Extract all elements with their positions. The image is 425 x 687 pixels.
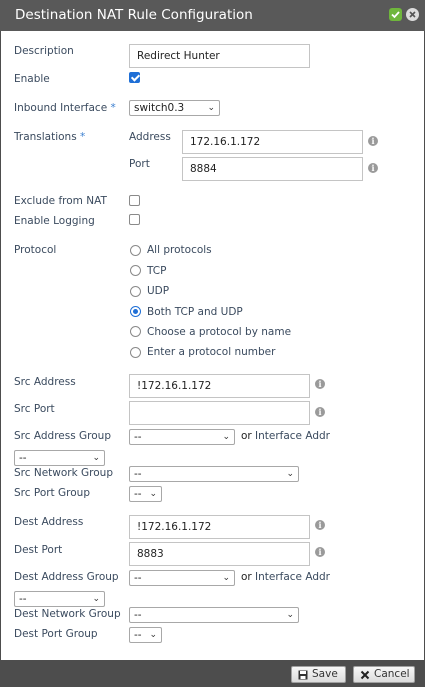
description-label: Description xyxy=(14,45,74,57)
save-button[interactable]: Save xyxy=(291,666,346,683)
src-address-label: Src Address xyxy=(14,376,76,388)
chevron-down-icon: ⌄ xyxy=(222,432,230,442)
or-label: or xyxy=(241,430,252,442)
src-port-group-value: -- xyxy=(134,488,142,500)
enable-checkbox[interactable] xyxy=(129,72,140,83)
translation-address-label: Address xyxy=(129,131,171,143)
protocol-radio-by-number[interactable] xyxy=(130,347,141,358)
cancel-button[interactable]: Cancel xyxy=(353,666,415,683)
chevron-down-icon: ⌄ xyxy=(286,610,294,620)
src-port-input[interactable] xyxy=(129,401,310,425)
protocol-radio-udp[interactable] xyxy=(130,286,141,297)
cancel-label: Cancel xyxy=(374,668,410,680)
floppy-icon xyxy=(298,670,308,685)
interface-addr-label: Interface Addr xyxy=(255,571,330,583)
required-marker: * xyxy=(80,131,86,143)
dest-address-group-select[interactable]: -- ⌄ xyxy=(129,570,235,586)
enable-label: Enable xyxy=(14,73,50,85)
titlebar: Destination NAT Rule Configuration xyxy=(0,0,425,31)
dest-network-group-label: Dest Network Group xyxy=(14,608,121,620)
info-icon[interactable]: i xyxy=(368,136,378,146)
translation-address-input[interactable] xyxy=(182,130,363,154)
inbound-interface-label: Inbound Interface * xyxy=(14,102,116,114)
src-address-group-value: -- xyxy=(134,431,142,443)
translations-text: Translations xyxy=(14,131,77,143)
form-body: Description Enable Inbound Interface * s… xyxy=(1,31,424,660)
src-interface-addr-value: -- xyxy=(19,452,27,464)
chevron-down-icon: ⌄ xyxy=(92,594,100,604)
logging-label: Enable Logging xyxy=(14,215,95,227)
footer: Save Cancel xyxy=(0,660,425,687)
exclude-checkbox[interactable] xyxy=(129,195,140,206)
dest-port-group-value: -- xyxy=(134,629,142,641)
protocol-option-label: Both TCP and UDP xyxy=(147,306,243,318)
protocol-radio-tcp[interactable] xyxy=(130,265,141,276)
src-port-group-label: Src Port Group xyxy=(14,487,90,499)
protocol-option-label: UDP xyxy=(147,285,170,297)
dest-port-label: Dest Port xyxy=(14,544,63,556)
dest-network-group-value: -- xyxy=(134,609,142,621)
exclude-label: Exclude from NAT xyxy=(14,195,107,207)
dest-interface-addr-select[interactable]: -- ⌄ xyxy=(14,591,105,607)
src-address-group-select[interactable]: -- ⌄ xyxy=(129,429,235,445)
x-icon xyxy=(360,670,370,685)
chevron-down-icon: ⌄ xyxy=(207,103,215,113)
info-icon[interactable]: i xyxy=(315,407,325,417)
info-icon[interactable]: i xyxy=(315,379,325,389)
dest-address-group-label: Dest Address Group xyxy=(14,571,119,583)
chevron-down-icon: ⌄ xyxy=(149,489,157,499)
inbound-interface-text: Inbound Interface xyxy=(14,102,108,114)
dest-address-input[interactable] xyxy=(129,515,310,539)
src-address-input[interactable] xyxy=(129,374,310,398)
src-network-group-select[interactable]: -- ⌄ xyxy=(129,466,299,482)
chevron-down-icon: ⌄ xyxy=(92,453,100,463)
dest-interface-addr-value: -- xyxy=(19,593,27,605)
src-port-group-select[interactable]: -- ⌄ xyxy=(129,486,162,502)
protocol-option-label: Choose a protocol by name xyxy=(147,326,292,338)
inbound-interface-value: switch0.3 xyxy=(134,102,185,114)
translation-port-input[interactable] xyxy=(182,157,363,181)
src-port-label: Src Port xyxy=(14,403,55,415)
dest-address-group-value: -- xyxy=(134,572,142,584)
protocol-option-label: TCP xyxy=(147,265,167,277)
src-network-group-value: -- xyxy=(134,468,142,480)
chevron-down-icon: ⌄ xyxy=(286,469,294,479)
protocol-radio-by-name[interactable] xyxy=(130,326,141,337)
src-network-group-label: Src Network Group xyxy=(14,467,114,479)
src-address-group-label: Src Address Group xyxy=(14,430,111,442)
description-input[interactable] xyxy=(129,44,310,68)
dest-port-group-label: Dest Port Group xyxy=(14,628,98,640)
interface-addr-label: Interface Addr xyxy=(255,430,330,442)
info-icon[interactable]: i xyxy=(315,547,325,557)
translation-port-label: Port xyxy=(129,158,150,170)
dialog: Destination NAT Rule Configuration Descr… xyxy=(0,0,425,687)
or-label: or xyxy=(241,571,252,583)
dest-port-group-select[interactable]: -- ⌄ xyxy=(129,627,162,643)
translations-label: Translations * xyxy=(14,131,85,143)
protocol-radio-tcp-udp[interactable] xyxy=(130,306,141,317)
required-marker: * xyxy=(110,102,116,114)
dialog-title: Destination NAT Rule Configuration xyxy=(15,7,253,23)
protocol-label: Protocol xyxy=(14,244,57,256)
logging-checkbox[interactable] xyxy=(129,214,140,225)
src-interface-addr-select[interactable]: -- ⌄ xyxy=(14,450,105,466)
protocol-radio-all[interactable] xyxy=(130,245,141,256)
chevron-down-icon: ⌄ xyxy=(149,630,157,640)
info-icon[interactable]: i xyxy=(315,520,325,530)
confirm-icon[interactable] xyxy=(389,8,402,21)
protocol-option-label: Enter a protocol number xyxy=(147,346,276,358)
dest-address-label: Dest Address xyxy=(14,516,84,528)
dest-network-group-select[interactable]: -- ⌄ xyxy=(129,607,299,623)
close-icon[interactable] xyxy=(406,8,419,21)
save-label: Save xyxy=(312,668,338,680)
dest-port-input[interactable] xyxy=(129,542,310,566)
protocol-option-label: All protocols xyxy=(147,244,212,256)
chevron-down-icon: ⌄ xyxy=(222,573,230,583)
info-icon[interactable]: i xyxy=(368,163,378,173)
inbound-interface-select[interactable]: switch0.3 ⌄ xyxy=(129,100,220,116)
